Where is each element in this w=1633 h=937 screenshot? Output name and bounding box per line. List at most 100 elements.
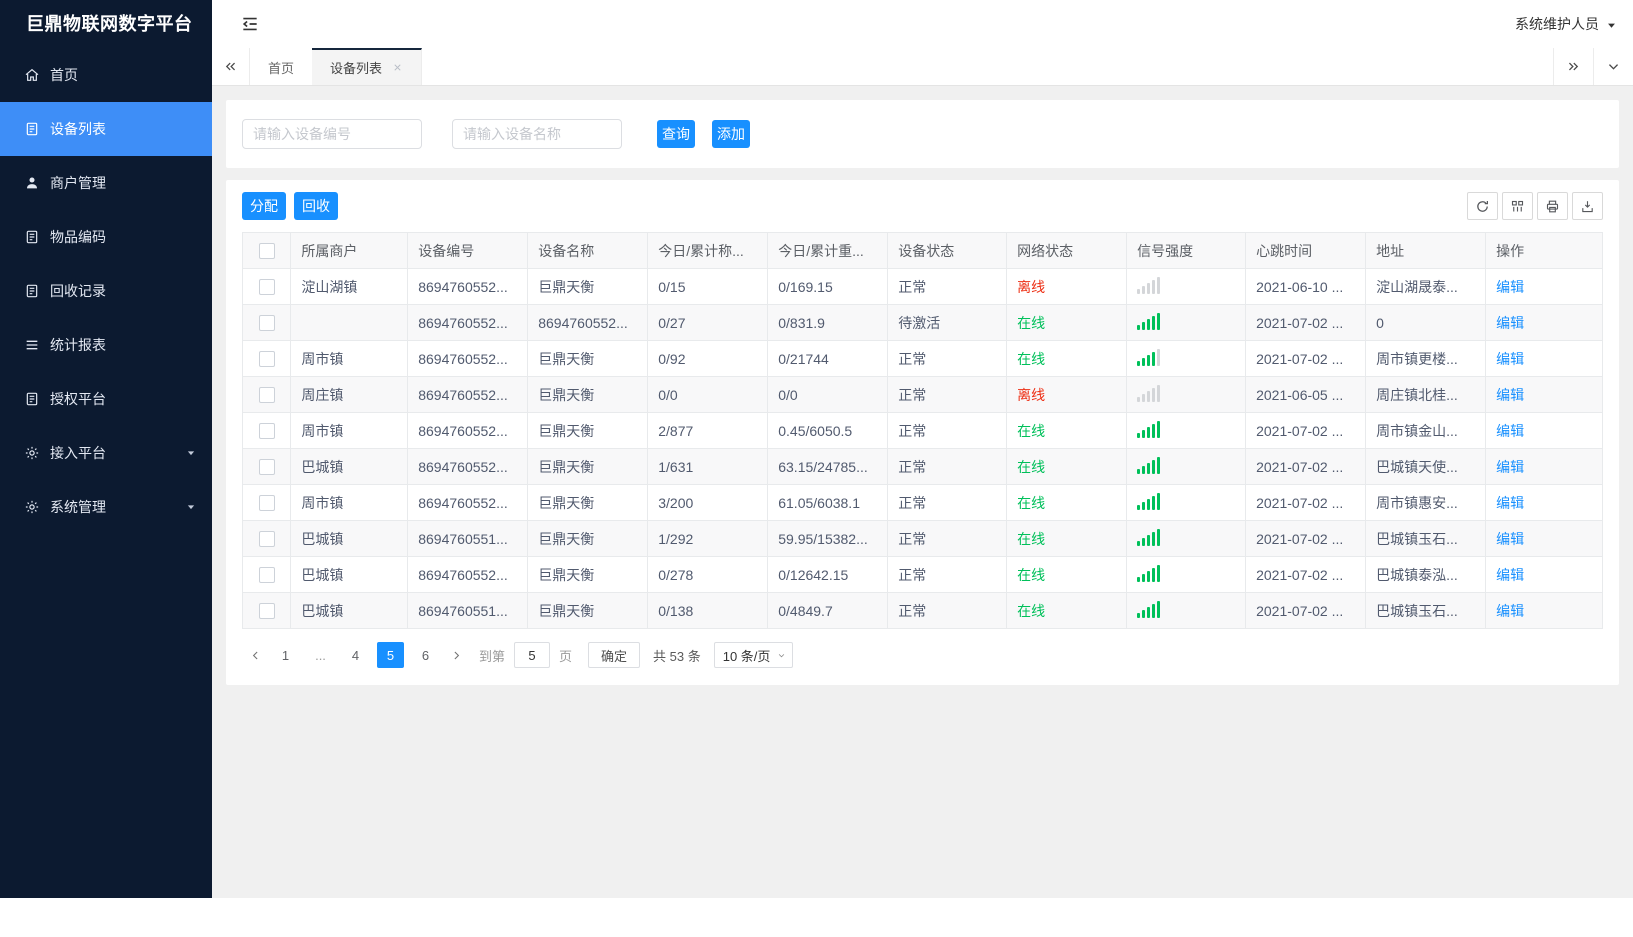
user-menu[interactable]: 系统维护人员 xyxy=(1515,14,1617,34)
page-button-4[interactable]: 4 xyxy=(342,642,369,668)
actions-cell: 编辑 xyxy=(1485,520,1603,557)
home-icon xyxy=(24,67,40,83)
page-button-1[interactable]: 1 xyxy=(272,642,299,668)
edit-link[interactable]: 编辑 xyxy=(1496,567,1524,583)
sidebar-item-item-coding[interactable]: 物品编码 xyxy=(0,210,212,264)
sidebar-item-access-platform[interactable]: 接入平台 xyxy=(0,426,212,480)
query-button[interactable]: 查询 xyxy=(657,120,695,148)
row-checkbox[interactable] xyxy=(258,279,275,296)
signal-strength-icon xyxy=(1137,564,1161,582)
edit-link[interactable]: 编辑 xyxy=(1496,459,1524,475)
actions-cell: 编辑 xyxy=(1485,412,1603,449)
today-total-count-cell: 1/292 xyxy=(647,520,769,557)
today-total-count-cell: 0/138 xyxy=(647,592,769,629)
edit-link[interactable]: 编辑 xyxy=(1496,351,1524,367)
tab-label: 首页 xyxy=(268,61,295,76)
column-header: 今日/累计重... xyxy=(767,232,889,269)
device-name-input[interactable] xyxy=(452,119,622,149)
page-size-select[interactable]: 10 条/页 xyxy=(713,642,794,668)
network-status-badge: 在线 xyxy=(1017,602,1046,619)
signal-strength-icon xyxy=(1137,384,1161,402)
sidebar-item-home[interactable]: 首页 xyxy=(0,48,212,102)
pagination: 1... 456 到第 页 确定 共 53 条 10 条/页 xyxy=(242,629,1603,685)
tabbar-spacer xyxy=(422,48,1553,85)
row-checkbox[interactable] xyxy=(258,531,275,548)
print-button[interactable] xyxy=(1537,192,1568,220)
confirm-button[interactable]: 确定 xyxy=(588,642,641,668)
device-number-input[interactable] xyxy=(242,119,422,149)
heartbeat-time-cell: 2021-07-02 ... xyxy=(1245,484,1367,521)
device-table-panel: 分配 回收 所属商户 设备编号 设备名称 今日/累计称... 今日/累计重... 设备状态… xyxy=(226,180,1619,685)
actions-cell: 编辑 xyxy=(1485,268,1603,305)
sidebar-collapse-icon[interactable] xyxy=(240,14,260,34)
sidebar-item-merchant-management[interactable]: 商户管理 xyxy=(0,156,212,210)
row-checkbox[interactable] xyxy=(258,603,275,620)
tabs-scroll-left-button[interactable] xyxy=(212,48,250,85)
edit-link[interactable]: 编辑 xyxy=(1496,315,1524,331)
today-total-weight-cell: 0/4849.7 xyxy=(767,592,889,629)
device-name-cell: 巨鼎天衡 xyxy=(527,448,649,485)
address-cell: 周市镇更楼... xyxy=(1365,340,1487,377)
sidebar-item-device-list[interactable]: 设备列表 xyxy=(0,102,212,156)
sidebar-item-system-management[interactable]: 系统管理 xyxy=(0,480,212,534)
heartbeat-time-cell: 2021-07-02 ... xyxy=(1245,412,1367,449)
add-button[interactable]: 添加 xyxy=(712,120,750,148)
column-header: 设备名称 xyxy=(527,232,649,269)
jump-page-input[interactable] xyxy=(514,642,551,668)
row-checkbox[interactable] xyxy=(258,495,275,512)
table-row: 巴城镇 8694760551... 巨鼎天衡 0/138 0/4849.7 正常 在线 202… xyxy=(241,592,1603,629)
row-checkbox[interactable] xyxy=(258,315,275,332)
recycle-button[interactable]: 回收 xyxy=(294,192,338,220)
columns-button[interactable] xyxy=(1502,192,1533,220)
sidebar-item-authorization-platform[interactable]: 授权平台 xyxy=(0,372,212,426)
row-checkbox[interactable] xyxy=(258,351,275,368)
page-button-5[interactable]: 5 xyxy=(377,642,404,668)
edit-link[interactable]: 编辑 xyxy=(1496,423,1524,439)
device-number-cell: 8694760552... xyxy=(407,304,529,341)
tabs-menu-button[interactable] xyxy=(1593,48,1633,85)
page-list: 1... 4 5 6 xyxy=(268,642,443,668)
tab-close-icon[interactable] xyxy=(392,62,403,73)
prev-page-button[interactable] xyxy=(242,642,268,668)
tabs-scroll-right-button[interactable] xyxy=(1553,48,1593,85)
sidebar-item-statistics-report[interactable]: 统计报表 xyxy=(0,318,212,372)
edit-link[interactable]: 编辑 xyxy=(1496,531,1524,547)
next-page-button[interactable] xyxy=(443,642,469,668)
table-row: 淀山湖镇 8694760552... 巨鼎天衡 0/15 0/169.15 正常 离线 202… xyxy=(241,268,1603,305)
signal-strength-cell xyxy=(1126,556,1247,593)
row-checkbox[interactable] xyxy=(258,459,275,476)
signal-strength-cell xyxy=(1126,376,1247,413)
tab-device-list[interactable]: 设备列表 xyxy=(312,48,423,85)
assign-button[interactable]: 分配 xyxy=(242,192,286,220)
device-number-cell: 8694760551... xyxy=(407,520,529,557)
device-name-cell: 8694760552... xyxy=(527,304,649,341)
table-tools xyxy=(1467,192,1603,220)
edit-link[interactable]: 编辑 xyxy=(1496,387,1524,403)
device-name-cell: 巨鼎天衡 xyxy=(527,592,649,629)
row-checkbox-cell xyxy=(241,376,292,413)
merchant-cell: 周市镇 xyxy=(290,340,409,377)
sidebar-item-recycle-records[interactable]: 回收记录 xyxy=(0,264,212,318)
signal-strength-icon xyxy=(1137,600,1161,618)
device-number-cell: 8694760552... xyxy=(407,412,529,449)
edit-link[interactable]: 编辑 xyxy=(1496,495,1524,511)
heartbeat-time-cell: 2021-07-02 ... xyxy=(1245,592,1367,629)
row-checkbox[interactable] xyxy=(258,387,275,404)
signal-strength-cell xyxy=(1126,304,1247,341)
row-checkbox[interactable] xyxy=(258,423,275,440)
edit-link[interactable]: 编辑 xyxy=(1496,279,1524,295)
device-status-cell: 正常 xyxy=(887,556,1008,593)
page-button-6[interactable]: 6 xyxy=(412,642,439,668)
row-checkbox-cell xyxy=(241,556,292,593)
refresh-button[interactable] xyxy=(1467,192,1498,220)
row-checkbox[interactable] xyxy=(258,567,275,584)
network-status-cell: 在线 xyxy=(1006,340,1128,377)
tab-home[interactable]: 首页 xyxy=(250,48,312,85)
refresh-icon xyxy=(1475,199,1490,214)
address-cell: 巴城镇泰泓... xyxy=(1365,556,1487,593)
export-button[interactable] xyxy=(1572,192,1603,220)
edit-link[interactable]: 编辑 xyxy=(1496,603,1524,619)
select-all-checkbox[interactable] xyxy=(258,243,275,260)
sidebar-item-label: 物品编码 xyxy=(50,229,106,245)
column-header: 心跳时间 xyxy=(1245,232,1367,269)
